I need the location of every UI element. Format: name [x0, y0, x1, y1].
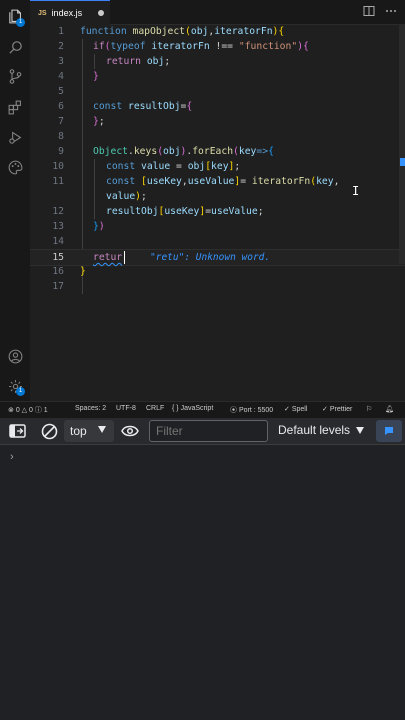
extensions-icon[interactable] — [6, 98, 24, 116]
palette-icon[interactable] — [6, 158, 24, 176]
unsaved-dot-icon[interactable] — [98, 10, 104, 16]
spell-hint: "retu": Unknown word. — [150, 252, 271, 263]
line-number: 9 — [58, 146, 64, 157]
devtools-console: top Default levels › — [0, 418, 405, 720]
line-number: 5 — [58, 86, 64, 97]
clear-console-icon[interactable] — [41, 423, 58, 439]
notifications-bell-icon[interactable]: 🔔︎ — [385, 405, 394, 413]
log-levels-label: Default levels — [278, 423, 351, 437]
search-icon[interactable] — [6, 38, 24, 56]
misspelled-word[interactable]: retur — [93, 252, 122, 263]
line-number: 4 — [58, 71, 64, 82]
chevron-down-icon — [356, 427, 365, 434]
filter-input[interactable] — [149, 420, 268, 442]
settings-gear-icon[interactable]: 1 — [6, 377, 25, 396]
text-cursor — [124, 251, 125, 264]
live-expression-eye-icon[interactable] — [121, 423, 139, 439]
line-number: 1 — [58, 26, 64, 37]
spell-checker[interactable]: ✓ Spell — [284, 405, 307, 413]
line-number: 17 — [52, 281, 64, 292]
context-value: top — [70, 424, 87, 438]
tab-bar: JS index.js — [30, 0, 405, 25]
line-number: 12 — [52, 206, 64, 217]
status-bar: ⊗ 0 △ 0 ⓘ 1 Spaces: 2 UTF-8 CRLF { } Jav… — [0, 401, 405, 418]
line-number: 6 — [58, 101, 64, 112]
line-number: 14 — [52, 236, 64, 247]
feedback-icon[interactable]: ⚐ — [366, 405, 372, 413]
language-mode[interactable]: { } JavaScript — [172, 405, 213, 412]
line-number: 16 — [52, 266, 64, 277]
chevron-down-icon — [98, 426, 106, 433]
encoding-setting[interactable]: UTF-8 — [116, 405, 136, 412]
explorer-badge: 1 — [16, 18, 25, 27]
line-number: 7 — [58, 116, 64, 127]
line-number: 11 — [52, 176, 64, 187]
line-number: 8 — [58, 131, 64, 142]
eol-setting[interactable]: CRLF — [146, 405, 164, 412]
toggle-sidebar-icon[interactable] — [9, 423, 26, 439]
run-debug-icon[interactable] — [6, 128, 24, 146]
mouse-ibeam-icon: I — [352, 184, 360, 198]
context-selector[interactable]: top — [64, 420, 114, 442]
console-toolbar: top Default levels — [0, 418, 405, 445]
settings-badge: 1 — [16, 387, 25, 396]
message-icon — [385, 427, 393, 435]
line-number: 2 — [58, 41, 64, 52]
line-number: 3 — [58, 56, 64, 67]
tab-filename: index.js — [51, 8, 83, 18]
code-area[interactable]: 1 function mapObject(obj,iteratorFn){ 2 if… — [30, 24, 405, 401]
console-prompt[interactable]: › — [10, 451, 14, 463]
line-number: 10 — [52, 161, 64, 172]
editor-scrollbar[interactable] — [399, 24, 405, 264]
split-editor-icon[interactable] — [363, 5, 375, 17]
explorer-icon[interactable]: 1 — [6, 7, 25, 27]
source-control-icon[interactable] — [6, 67, 24, 85]
prettier-status[interactable]: ✓ Prettier — [322, 405, 352, 413]
js-file-icon: JS — [38, 9, 47, 17]
indent-setting[interactable]: Spaces: 2 — [75, 405, 106, 412]
tab-index-js[interactable]: JS index.js — [30, 0, 110, 25]
live-server-port[interactable]: ⦿ Port : 5500 — [230, 405, 273, 415]
account-icon[interactable] — [6, 347, 24, 365]
more-actions-icon[interactable] — [385, 5, 397, 17]
line-number: 15 — [52, 252, 64, 263]
code-editor: 1 1 JS index.js 1 function mapObject(obj… — [0, 0, 405, 401]
activity-bar: 1 1 — [0, 0, 30, 401]
scroll-marker — [400, 158, 405, 166]
problems-indicator[interactable]: ⊗ 0 △ 0 ⓘ 1 — [8, 405, 48, 415]
line-number: 13 — [52, 221, 64, 232]
issues-button[interactable] — [376, 420, 402, 442]
log-levels-dropdown[interactable]: Default levels — [278, 423, 365, 437]
